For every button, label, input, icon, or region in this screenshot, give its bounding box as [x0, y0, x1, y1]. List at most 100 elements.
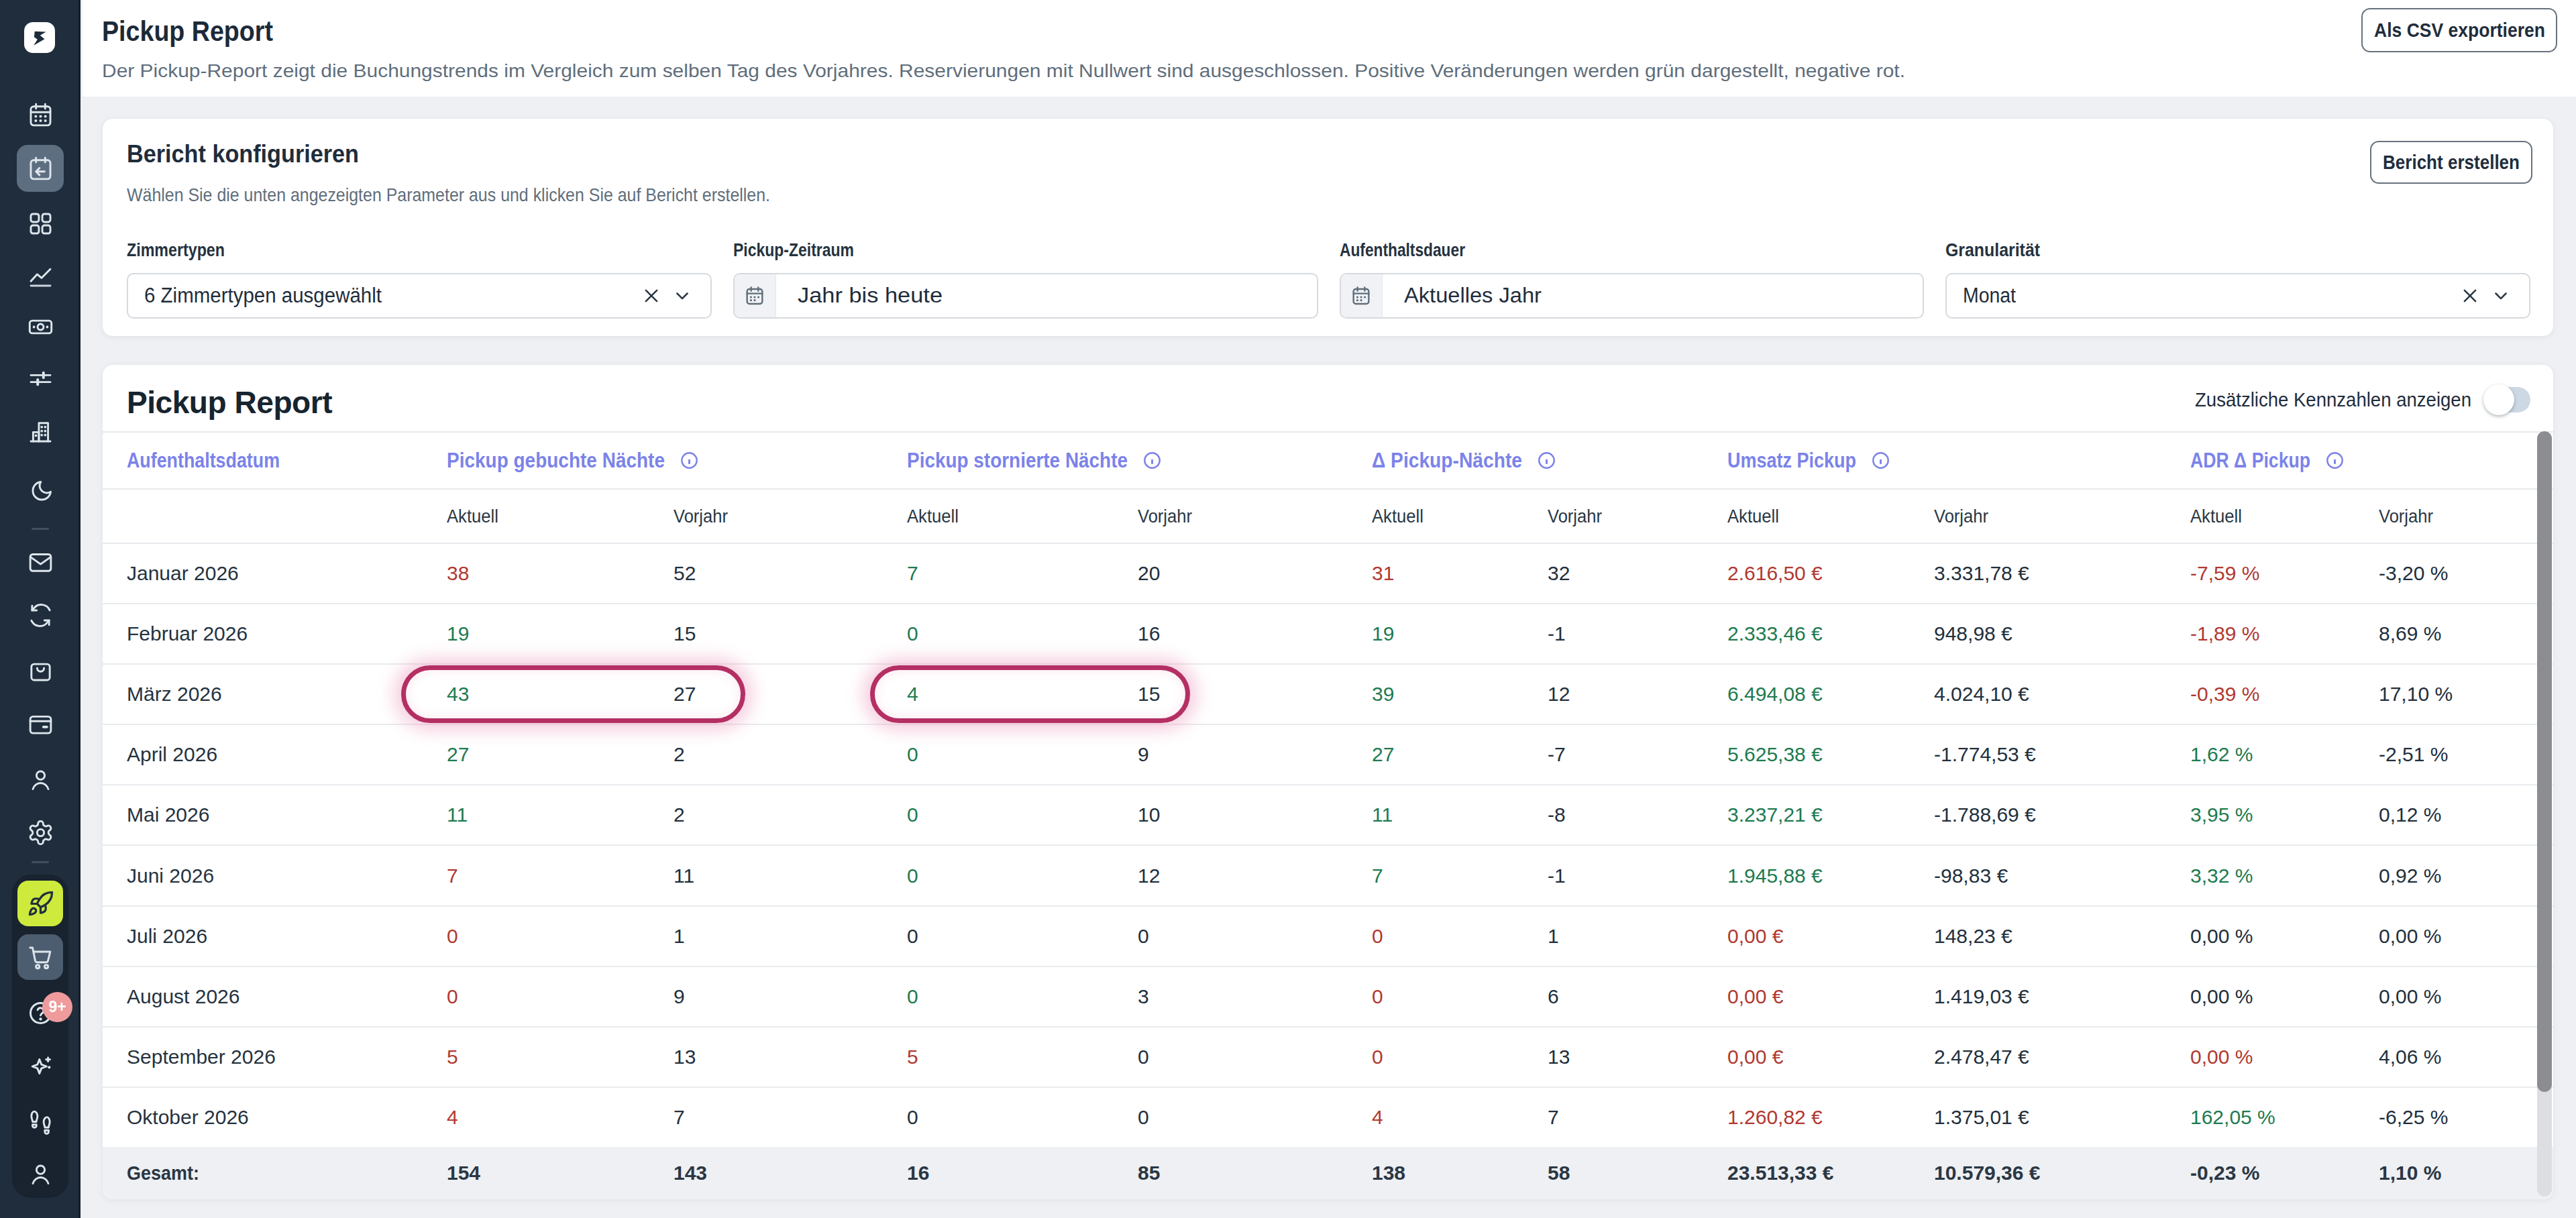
table-cell: 1.375,01 €	[1934, 1106, 2190, 1129]
calendar-icon-box	[735, 274, 776, 317]
table-cell: 162,05 %	[2190, 1106, 2379, 1129]
table-cell: 32	[1548, 562, 1727, 585]
sidebar-item-night-mode[interactable]	[16, 467, 64, 516]
table-cell: 0	[447, 925, 674, 948]
filter-input-pickup-zeitraum[interactable]: Jahr bis heute	[733, 273, 1318, 319]
sidebar-item-guests[interactable]	[16, 755, 64, 804]
table-cell: 0	[1138, 1106, 1372, 1129]
filter-label: Zimmertypen	[127, 239, 208, 261]
table-scrollbar[interactable]	[2537, 431, 2552, 1197]
sidebar-item-payments[interactable]	[16, 302, 64, 351]
sidebar-item-bookings[interactable]	[16, 646, 64, 694]
sub-header-aktuell: Aktuell	[2190, 506, 2379, 527]
config-card-title: Bericht konfigurieren	[127, 140, 341, 168]
sidebar-item-sync[interactable]	[16, 591, 64, 639]
table-cell: -1	[1548, 622, 1727, 645]
create-report-label: Bericht erstellen	[2383, 152, 2506, 174]
table-cell: 4	[447, 1106, 674, 1129]
filter-1: Zimmertypen 6 Zimmertypen ausgewählt	[127, 237, 712, 334]
chevron-down-icon[interactable]	[673, 286, 692, 305]
bolt-logo-icon	[27, 25, 52, 50]
sidebar-item-tour[interactable]	[16, 1097, 64, 1146]
table-total-row: Gesamt:15414316851385823.513,33 €10.579,…	[103, 1147, 2553, 1199]
sub-header-label: Aktuell	[907, 506, 955, 527]
pickup-table: Aufenthaltsdatum Pickup gebuchte Nächte Pi…	[103, 431, 2553, 1199]
table-cell: 0	[907, 743, 1138, 766]
column-header-label[interactable]: Umsatz Pickup	[1727, 449, 1839, 473]
create-report-button[interactable]: Bericht erstellen	[2370, 141, 2532, 184]
table-cell: 3,95 %	[2190, 804, 2379, 826]
table-cell: 20	[1138, 562, 1372, 585]
app-logo[interactable]	[24, 22, 55, 53]
sidebar-divider	[32, 528, 49, 530]
total-cell: 154	[447, 1162, 674, 1184]
filter-2: Pickup-Zeitraum Jahr bis heute	[733, 237, 1318, 334]
table-cell: 0,00 %	[2379, 925, 2537, 948]
column-header-label[interactable]: Δ Pickup-Nächte	[1372, 449, 1509, 473]
column-header[interactable]: Pickup stornierte Nächte	[907, 449, 1372, 473]
sub-header-vorjahr: Vorjahr	[2379, 506, 2537, 527]
column-header[interactable]: Umsatz Pickup	[1727, 449, 2190, 473]
filter-input-zimmertypen[interactable]: 6 Zimmertypen ausgewählt	[127, 273, 712, 319]
table-cell: 0,00 %	[2190, 925, 2379, 948]
sidebar-item-wallet[interactable]	[16, 700, 64, 748]
sidebar-item-calendar-import[interactable]	[17, 145, 64, 192]
sidebar-item-analytics[interactable]	[16, 252, 64, 300]
info-icon	[1537, 451, 1556, 470]
table-cell: 38	[447, 562, 674, 585]
chevron-down-icon[interactable]	[2491, 286, 2510, 305]
table-cell: 0	[907, 622, 1138, 645]
column-header-label[interactable]: Pickup stornierte Nächte	[907, 449, 1106, 473]
chart-line-icon	[27, 262, 54, 290]
table-cell: 1,62 %	[2190, 743, 2379, 766]
column-header[interactable]: ADR Δ Pickup	[2190, 449, 2513, 473]
table-body: Januar 2026385272031322.616,50 €3.331,78…	[103, 544, 2553, 1147]
sidebar-item-ai[interactable]	[16, 1042, 64, 1091]
sub-header-vorjahr: Vorjahr	[1934, 506, 2190, 527]
column-header-aufenthaltsdatum[interactable]: Aufenthaltsdatum	[127, 449, 447, 473]
table-cell: -1.788,69 €	[1934, 804, 2190, 826]
info-icon	[680, 451, 699, 470]
sidebar-item-boost[interactable]	[17, 881, 63, 926]
sidebar-item-settings[interactable]	[16, 808, 64, 856]
table-cell: 52	[674, 562, 907, 585]
sidebar-item-property[interactable]	[16, 407, 64, 455]
table-row: Januar 2026385272031322.616,50 €3.331,78…	[103, 544, 2553, 604]
calendar-icon-box	[1341, 274, 1383, 317]
row-month: April 2026	[127, 743, 447, 766]
sidebar-item-apps[interactable]	[16, 199, 64, 247]
config-card: Bericht konfigurieren Wählen Sie die unt…	[102, 118, 2554, 337]
sidebar-item-shop[interactable]	[17, 934, 63, 980]
filters-row: Zimmertypen 6 Zimmertypen ausgewählt Picku…	[127, 237, 2530, 334]
scrollbar-thumb[interactable]	[2537, 431, 2552, 1092]
sidebar-item-account[interactable]	[16, 1150, 64, 1198]
table-cell: 3,32 %	[2190, 865, 2379, 887]
export-csv-label: Als CSV exportieren	[2374, 19, 2530, 42]
column-header-label[interactable]: Pickup gebuchte Nächte	[447, 449, 643, 473]
table-cell: 11	[674, 865, 907, 887]
page-subtitle: Der Pickup-Report zeigt die Buchungstren…	[102, 60, 2031, 82]
table-cell: 1	[674, 925, 907, 948]
column-header-label[interactable]: Aufenthaltsdatum	[127, 449, 259, 473]
table-cell: 2.333,46 €	[1727, 622, 1934, 645]
table-cell: 43	[447, 683, 674, 706]
calendar-icon	[1350, 285, 1372, 307]
table-cell: 5	[447, 1046, 674, 1068]
column-header-label[interactable]: ADR Δ Pickup	[2190, 449, 2294, 473]
filter-input-granularität[interactable]: Monat	[1945, 273, 2530, 319]
clear-icon[interactable]	[2461, 286, 2479, 305]
sidebar-item-calendar[interactable]	[16, 91, 64, 139]
sync-icon	[27, 602, 54, 629]
column-header[interactable]: Δ Pickup-Nächte	[1372, 449, 1727, 473]
filter-label: Pickup-Zeitraum	[733, 239, 833, 261]
filter-input-aufenthaltsdauer[interactable]: Aktuelles Jahr	[1340, 273, 1925, 319]
clear-icon[interactable]	[642, 286, 661, 305]
column-header[interactable]: Pickup gebuchte Nächte	[447, 449, 907, 473]
sidebar-divider	[32, 861, 49, 863]
notification-badge: 9+	[42, 992, 72, 1022]
table-cell: 0	[907, 985, 1138, 1008]
export-csv-button[interactable]: Als CSV exportieren	[2361, 8, 2557, 52]
sidebar-item-messages[interactable]	[16, 538, 64, 586]
sidebar-item-settings-sliders[interactable]	[16, 354, 64, 402]
extra-metrics-toggle[interactable]	[2485, 387, 2530, 412]
